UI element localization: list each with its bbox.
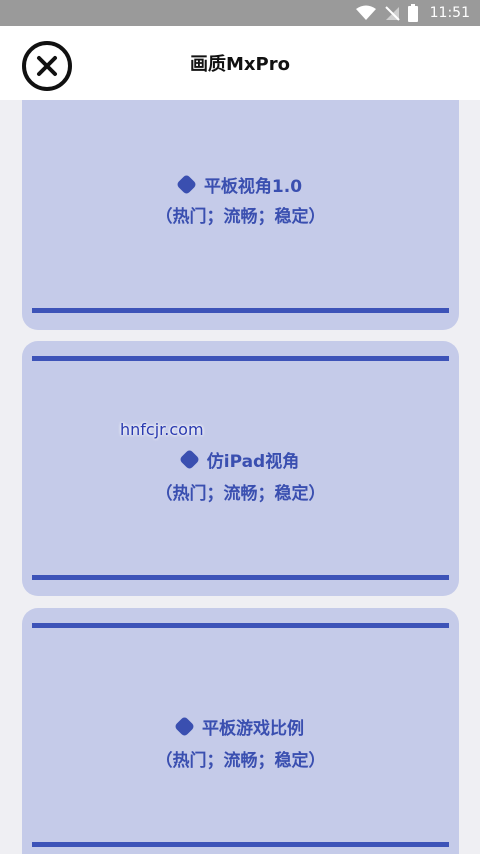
no-signal-icon [384,6,400,21]
card-top-bar [32,623,449,628]
battery-icon [407,4,418,22]
diamond-bullet-icon [178,448,200,471]
card-bottom-bar [32,842,449,847]
diamond-bullet-icon [173,715,196,738]
option-label: 平板游戏比例 [202,719,304,739]
option-subtitle: （热门；流畅；稳定） [155,207,326,227]
diamond-bullet-icon [175,173,198,196]
option-label: 仿iPad视角 [206,452,300,472]
close-button[interactable] [22,41,72,91]
close-icon [37,56,57,76]
wifi-icon [355,5,376,20]
option-card-tablet-ratio[interactable]: 平板游戏比例 （热门；流畅；稳定） [22,608,459,854]
page-title: 画质MxPro [190,54,290,75]
option-card-ipad-view[interactable]: 仿iPad视角 （热门；流畅；稳定） [22,341,459,596]
status-bar: 11:51 [0,0,480,26]
card-bottom-bar [32,308,449,313]
card-bottom-bar [32,575,449,580]
card-top-bar [32,356,449,361]
option-card-tablet-view[interactable]: 平板视角1.0 （热门；流畅；稳定） [22,100,459,330]
status-time: 11:51 [429,5,470,21]
option-subtitle: （热门；流畅；稳定） [155,484,326,504]
options-list: 平板视角1.0 （热门；流畅；稳定） 仿iPad视角 （热门；流畅；稳定） 平板… [0,100,480,854]
watermark-text: hnfcjr.com [120,420,204,439]
option-label: 平板视角1.0 [203,177,303,197]
app-bar: 画质MxPro [0,26,480,100]
option-subtitle: （热门；流畅；稳定） [155,751,326,771]
